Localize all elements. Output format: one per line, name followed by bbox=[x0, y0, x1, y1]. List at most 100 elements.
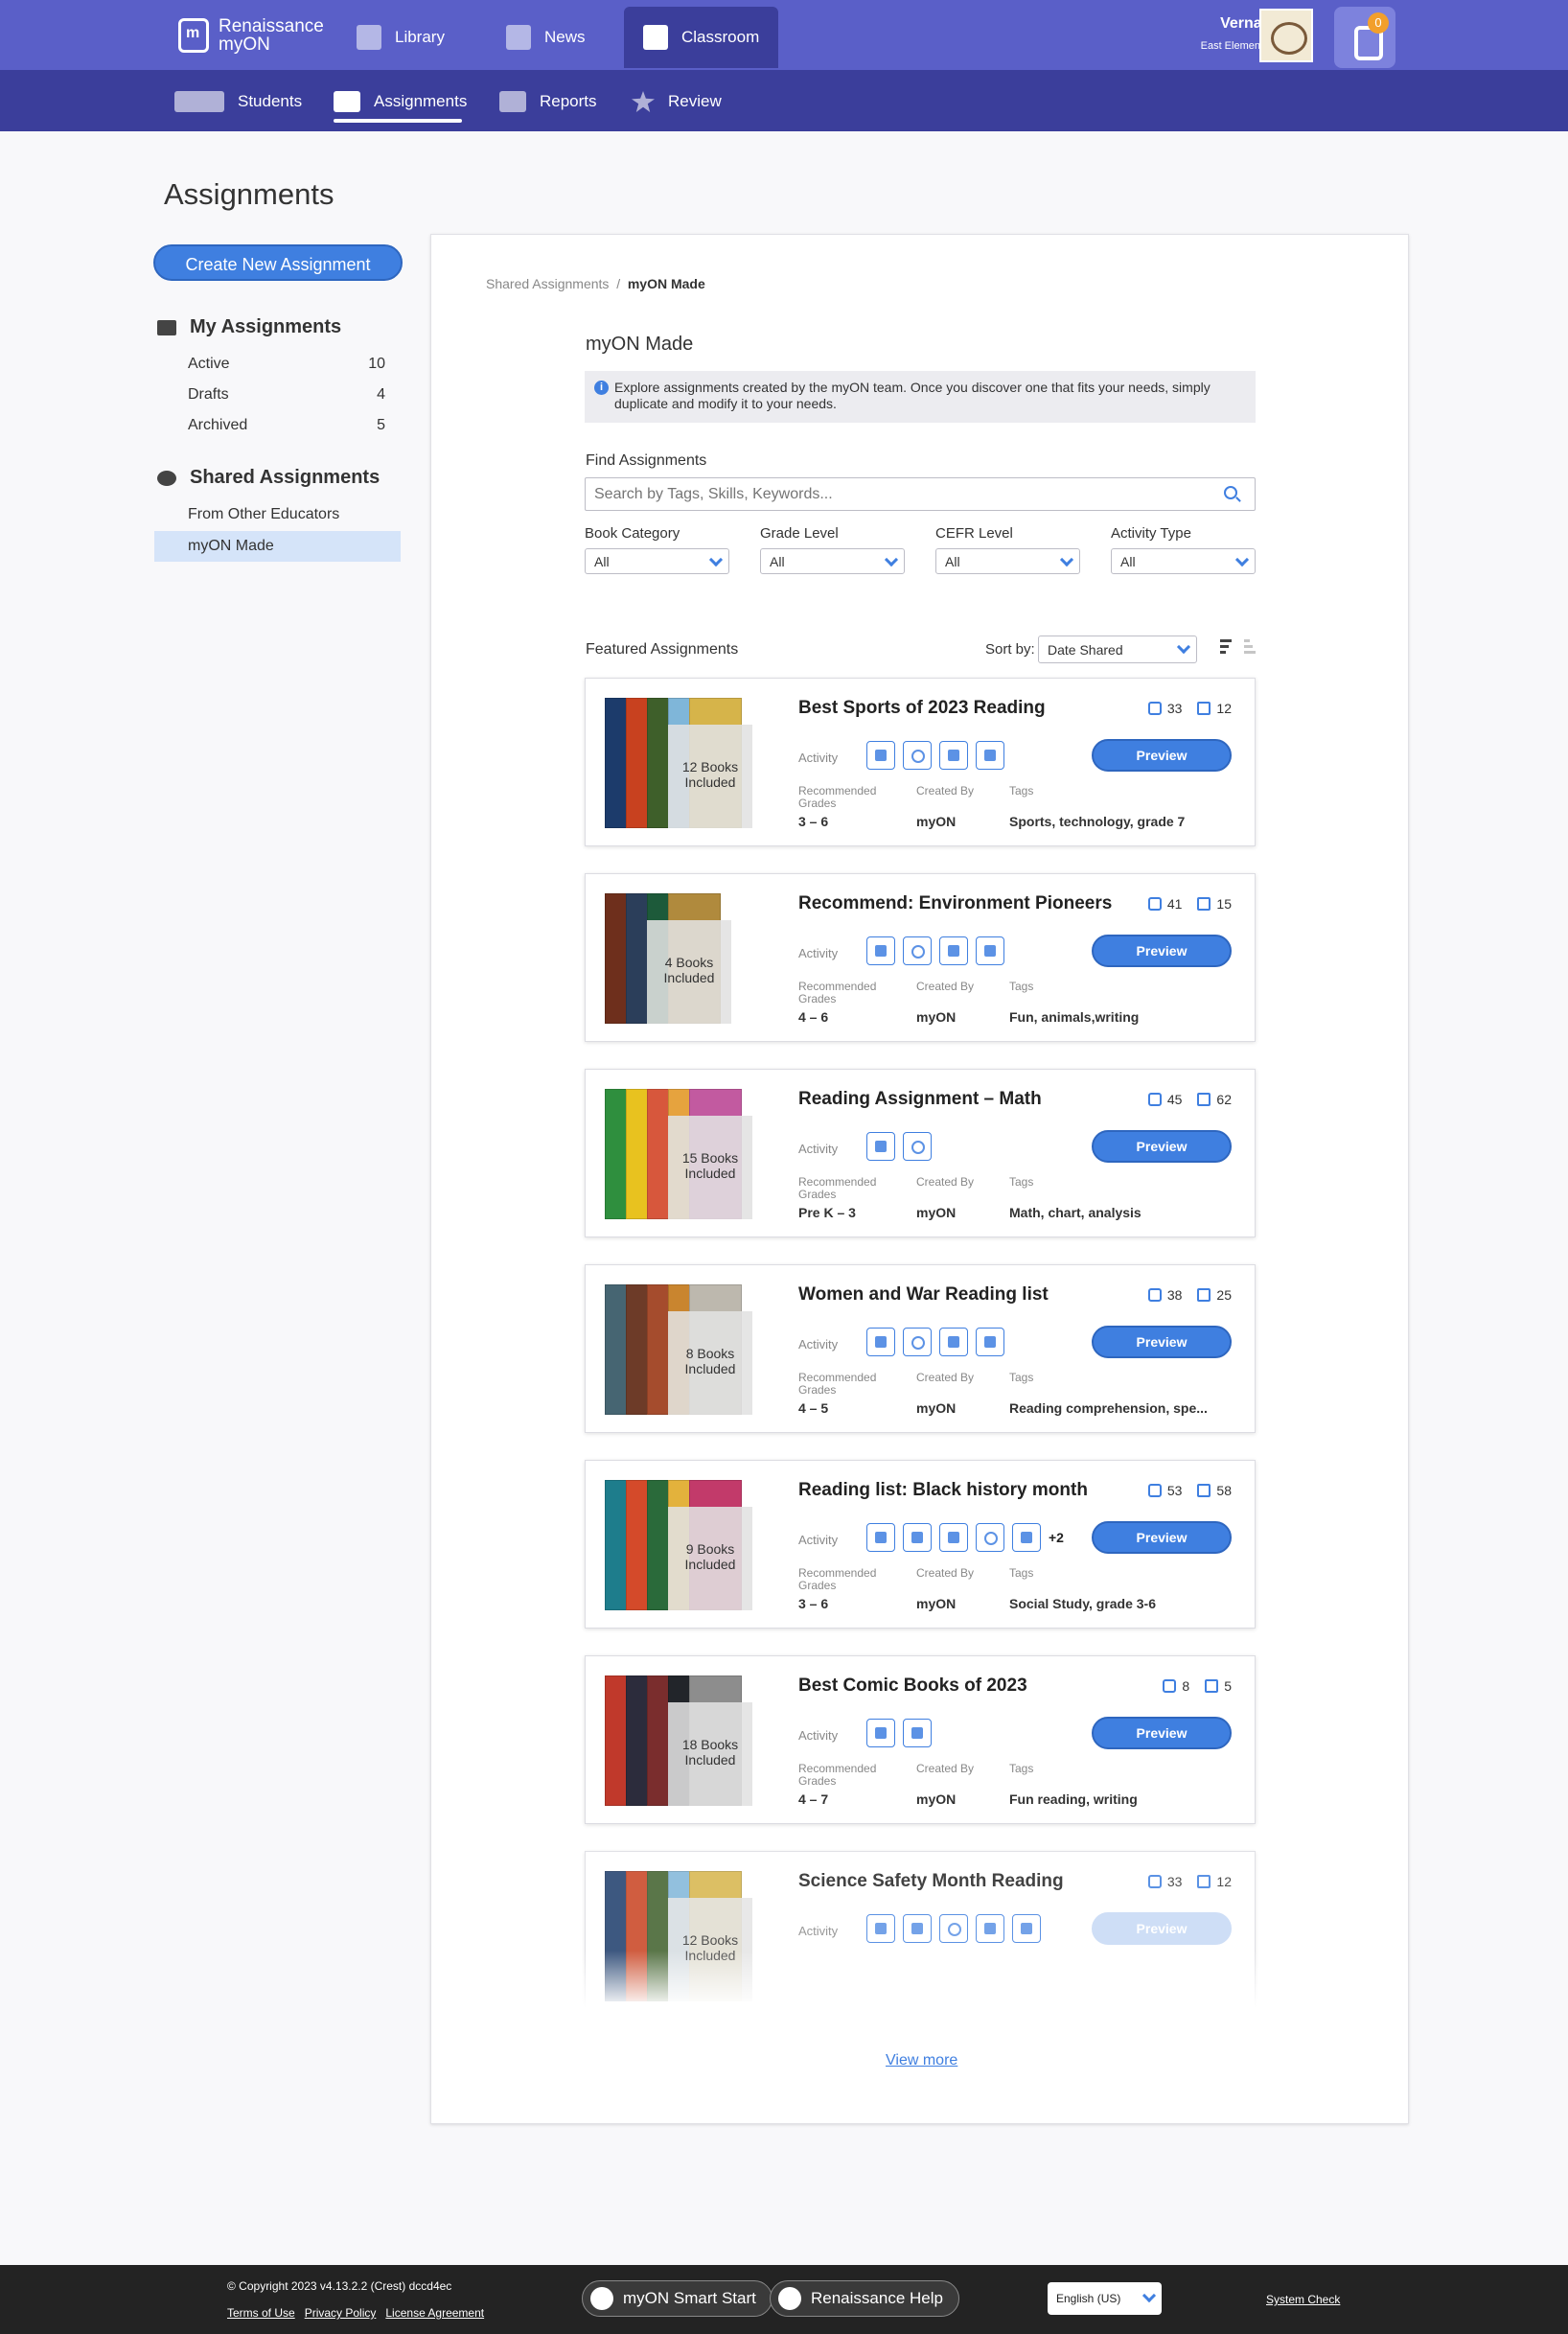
preview-button[interactable]: Preview bbox=[1092, 935, 1232, 967]
assignment-card[interactable]: 9 Books Included Reading list: Black hist… bbox=[585, 1460, 1256, 1629]
duplicate-icon[interactable] bbox=[1197, 1484, 1211, 1497]
tags-value: Sports, technology, grade 7 bbox=[1009, 814, 1186, 829]
discussion-activity-icon bbox=[939, 1328, 968, 1356]
file-activity-icon bbox=[976, 1914, 1004, 1943]
assignment-card[interactable]: 4 Books Included Recommend: Environment P… bbox=[585, 873, 1256, 1042]
star-icon bbox=[632, 91, 655, 112]
renaissance-logo[interactable]: Renaissance myON bbox=[178, 17, 324, 54]
thumbs-up-icon[interactable] bbox=[1163, 1679, 1177, 1693]
assignment-card[interactable]: 12 Books Included Best Sports of 2023 Rea… bbox=[585, 678, 1256, 846]
nav-library[interactable]: Library bbox=[337, 7, 464, 68]
subnav-reports[interactable]: Reports bbox=[499, 87, 597, 116]
sidebar-item-myon-made[interactable]: myON Made bbox=[154, 531, 401, 562]
activity-icons bbox=[866, 1914, 1049, 1943]
activity-icons: +2 bbox=[866, 1523, 1064, 1552]
select-value: All bbox=[945, 554, 960, 569]
book-category-select[interactable]: All bbox=[585, 548, 729, 574]
preview-button[interactable]: Preview bbox=[1092, 1717, 1232, 1749]
search-input[interactable] bbox=[585, 477, 1256, 511]
sort-select[interactable]: Date Shared bbox=[1038, 635, 1197, 663]
thumbs-up-icon[interactable] bbox=[1147, 897, 1162, 911]
grade-level-select[interactable]: All bbox=[760, 548, 905, 574]
create-new-assignment-button[interactable]: Create New Assignment bbox=[153, 244, 403, 281]
assignment-title[interactable]: Best Comic Books of 2023 bbox=[798, 1675, 1027, 1697]
preview-button[interactable]: Preview bbox=[1092, 1326, 1232, 1358]
page-title: Assignments bbox=[164, 177, 334, 211]
folder-icon bbox=[157, 319, 176, 335]
assignment-stats: 33 12 bbox=[1147, 701, 1232, 716]
sort-descending-icon[interactable] bbox=[1212, 639, 1232, 657]
duplicate-icon[interactable] bbox=[1197, 1288, 1211, 1302]
search-icon[interactable] bbox=[1224, 486, 1237, 499]
thumbs-up-icon[interactable] bbox=[1147, 1093, 1162, 1106]
tags-label: Tags bbox=[1009, 1175, 1034, 1189]
select-value: All bbox=[770, 554, 785, 569]
puzzle-activity-icon bbox=[976, 741, 1004, 770]
preview-button[interactable]: Preview bbox=[1092, 1130, 1232, 1163]
myon-smart-start-button[interactable]: myON Smart Start bbox=[582, 2280, 772, 2317]
activity-label: Activity bbox=[798, 1924, 839, 1938]
cefr-level-select[interactable]: All bbox=[935, 548, 1080, 574]
likes-count: 33 bbox=[1166, 1874, 1183, 1889]
assignment-card[interactable]: 15 Books Included Reading Assignment – Ma… bbox=[585, 1069, 1256, 1237]
duplicate-icon[interactable] bbox=[1197, 897, 1211, 911]
language-select[interactable]: English (US) bbox=[1048, 2282, 1162, 2315]
filter-label: Grade Level bbox=[760, 525, 839, 542]
assignment-card[interactable]: 18 Books Included Best Comic Books of 202… bbox=[585, 1655, 1256, 1824]
preview-button[interactable]: Preview bbox=[1092, 1912, 1232, 1945]
license-agreement-link[interactable]: License Agreement bbox=[385, 2306, 484, 2320]
help-question-icon bbox=[778, 2287, 801, 2310]
subnav-students[interactable]: Students bbox=[174, 87, 302, 116]
nav-classroom[interactable]: Classroom bbox=[624, 7, 779, 68]
quiz-activity-icon bbox=[903, 1132, 932, 1161]
privacy-policy-link[interactable]: Privacy Policy bbox=[305, 2306, 377, 2320]
section-title: myON Made bbox=[586, 334, 694, 355]
activity-label: Activity bbox=[798, 1533, 839, 1547]
thumbs-up-icon[interactable] bbox=[1147, 702, 1162, 715]
thumbs-up-icon[interactable] bbox=[1147, 1288, 1162, 1302]
preview-button[interactable]: Preview bbox=[1092, 739, 1232, 772]
assignment-title[interactable]: Reading Assignment – Math bbox=[798, 1089, 1042, 1110]
breadcrumb-parent-link[interactable]: Shared Assignments bbox=[486, 276, 609, 291]
activity-type-select[interactable]: All bbox=[1111, 548, 1256, 574]
subnav-assignments[interactable]: Assignments bbox=[334, 87, 467, 116]
more-activities-count: +2 bbox=[1049, 1530, 1064, 1545]
assignment-card[interactable]: 8 Books Included Women and War Reading li… bbox=[585, 1264, 1256, 1433]
nav-news[interactable]: News bbox=[487, 7, 605, 68]
list-fade-overlay bbox=[431, 1951, 1408, 2046]
duplicate-icon[interactable] bbox=[1197, 702, 1211, 715]
books-included-label: 15 Books Included bbox=[668, 1116, 752, 1219]
thumbs-up-icon[interactable] bbox=[1147, 1484, 1162, 1497]
sidebar-item-archived[interactable]: Archived 5 bbox=[154, 410, 401, 441]
subnav-review[interactable]: Review bbox=[632, 87, 722, 116]
sort-ascending-icon[interactable] bbox=[1236, 639, 1256, 657]
assignment-title[interactable]: Reading list: Black history month bbox=[798, 1480, 1088, 1501]
assignment-title[interactable]: Best Sports of 2023 Reading bbox=[798, 698, 1046, 719]
system-check-link[interactable]: System Check bbox=[1266, 2293, 1340, 2306]
select-value: All bbox=[1120, 554, 1136, 569]
assignment-title[interactable]: Women and War Reading list bbox=[798, 1284, 1049, 1306]
assignment-title[interactable]: Science Safety Month Reading bbox=[798, 1871, 1064, 1892]
duplicate-icon[interactable] bbox=[1197, 1093, 1211, 1106]
preview-button[interactable]: Preview bbox=[1092, 1521, 1232, 1554]
writing-activity-icon bbox=[939, 1523, 968, 1552]
duplicate-icon[interactable] bbox=[1205, 1679, 1219, 1693]
sidebar-item-from-other-educators[interactable]: From Other Educators bbox=[154, 499, 401, 530]
discussion-activity-icon bbox=[903, 1523, 932, 1552]
filter-grade-level: Grade Level All bbox=[760, 525, 905, 574]
terms-of-use-link[interactable]: Terms of Use bbox=[227, 2306, 295, 2320]
copies-count: 62 bbox=[1216, 1092, 1232, 1107]
view-more-link[interactable]: View more bbox=[886, 2052, 957, 2069]
books-included-label: 8 Books Included bbox=[668, 1311, 752, 1415]
sidebar-item-active[interactable]: Active 10 bbox=[154, 349, 401, 380]
renaissance-help-button[interactable]: Renaissance Help bbox=[770, 2280, 959, 2317]
likes-count: 53 bbox=[1166, 1483, 1183, 1498]
sidebar-item-drafts[interactable]: Drafts 4 bbox=[154, 380, 401, 410]
created-by-label: Created By bbox=[916, 1371, 975, 1384]
assignment-title[interactable]: Recommend: Environment Pioneers bbox=[798, 893, 1112, 914]
writing-activity-icon bbox=[866, 741, 895, 770]
thumbs-up-icon[interactable] bbox=[1147, 1875, 1162, 1888]
copies-count: 25 bbox=[1216, 1287, 1232, 1303]
avatar[interactable] bbox=[1259, 9, 1313, 62]
duplicate-icon[interactable] bbox=[1197, 1875, 1211, 1888]
